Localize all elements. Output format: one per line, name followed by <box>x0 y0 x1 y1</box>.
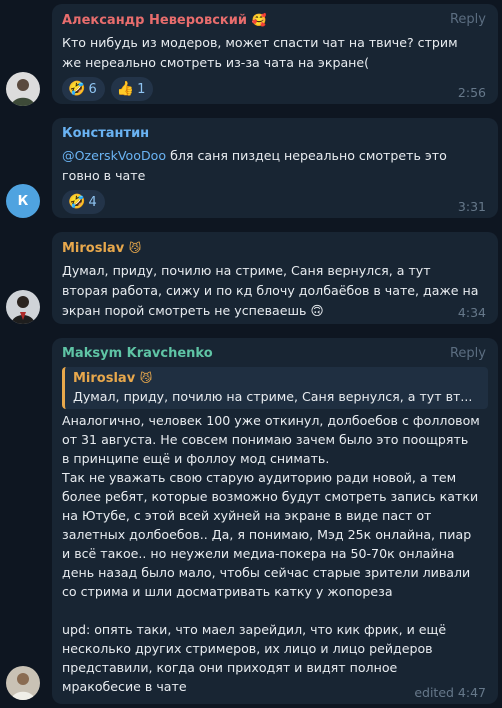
message-bubble[interactable]: Miroslav 😼 Думал, приду, почилю на стрим… <box>52 232 498 324</box>
message-time: 4:34 <box>457 305 486 320</box>
author-name[interactable]: Miroslav 😼 <box>62 239 488 258</box>
message-text: Кто нибудь из модеров, может спасти чат … <box>62 35 458 70</box>
avatar[interactable]: К <box>6 184 40 218</box>
reaction-count: 1 <box>137 81 146 97</box>
author-name[interactable]: Александр Неверовский 🥰 <box>62 11 488 30</box>
avatar-letter: К <box>17 193 29 209</box>
message-bubble[interactable]: Константин @OzerskVooDoo бля саня пиздец… <box>52 118 498 218</box>
author-emoji: 😼 <box>139 371 153 385</box>
author-emoji: 🥰 <box>251 13 267 27</box>
avatar[interactable] <box>6 72 40 106</box>
reaction-thumbs-up[interactable]: 👍 1 <box>110 77 154 101</box>
message-time: 2:56 <box>457 85 486 100</box>
quoted-message[interactable]: Miroslav 😼 Думал, приду, почилю на стрим… <box>62 367 488 409</box>
user-photo-icon <box>6 290 40 324</box>
quote-author: Miroslav 😼 <box>73 371 153 386</box>
reaction-rofl[interactable]: 🤣 4 <box>62 190 105 214</box>
author-name[interactable]: Константин <box>62 125 488 143</box>
message-text: Думал, приду, почилю на стриме, Саня вер… <box>62 263 479 318</box>
reply-button[interactable]: Reply <box>450 12 486 27</box>
message-time: 3:31 <box>457 199 486 214</box>
avatar[interactable] <box>6 666 40 700</box>
message-text: @OzerskVooDoo бля саня пиздец нереально … <box>62 148 447 183</box>
thumbs-up-emoji-icon: 👍 <box>116 81 135 97</box>
message-bubble[interactable]: Александр Неверовский 🥰 Reply Кто нибудь… <box>52 4 498 104</box>
user-photo-icon <box>6 72 40 106</box>
reaction-rofl[interactable]: 🤣 6 <box>62 77 105 101</box>
message-bubble[interactable]: Maksym Kravchenko Reply Miroslav 😼 Думал… <box>52 338 498 704</box>
author-emoji: 😼 <box>128 241 142 255</box>
reply-button[interactable]: Reply <box>450 346 486 361</box>
rofl-emoji-icon: 🤣 <box>68 194 86 210</box>
user-photo-icon <box>6 666 40 700</box>
reactions: 🤣 4 <box>62 190 488 214</box>
author-name[interactable]: Maksym Kravchenko <box>62 345 488 363</box>
avatar[interactable] <box>6 290 40 324</box>
reactions: 🤣 6 👍 1 <box>62 77 488 101</box>
quote-text: Думал, приду, почилю на стриме, Саня вер… <box>73 389 473 404</box>
reaction-count: 6 <box>88 81 97 97</box>
mention-link[interactable]: @OzerskVooDoo <box>62 148 166 163</box>
message-time: edited 4:47 <box>414 685 486 700</box>
rofl-emoji-icon: 🤣 <box>68 81 86 97</box>
reaction-count: 4 <box>88 194 97 210</box>
message-text: Аналогично, человек 100 уже откинул, дол… <box>62 413 480 694</box>
